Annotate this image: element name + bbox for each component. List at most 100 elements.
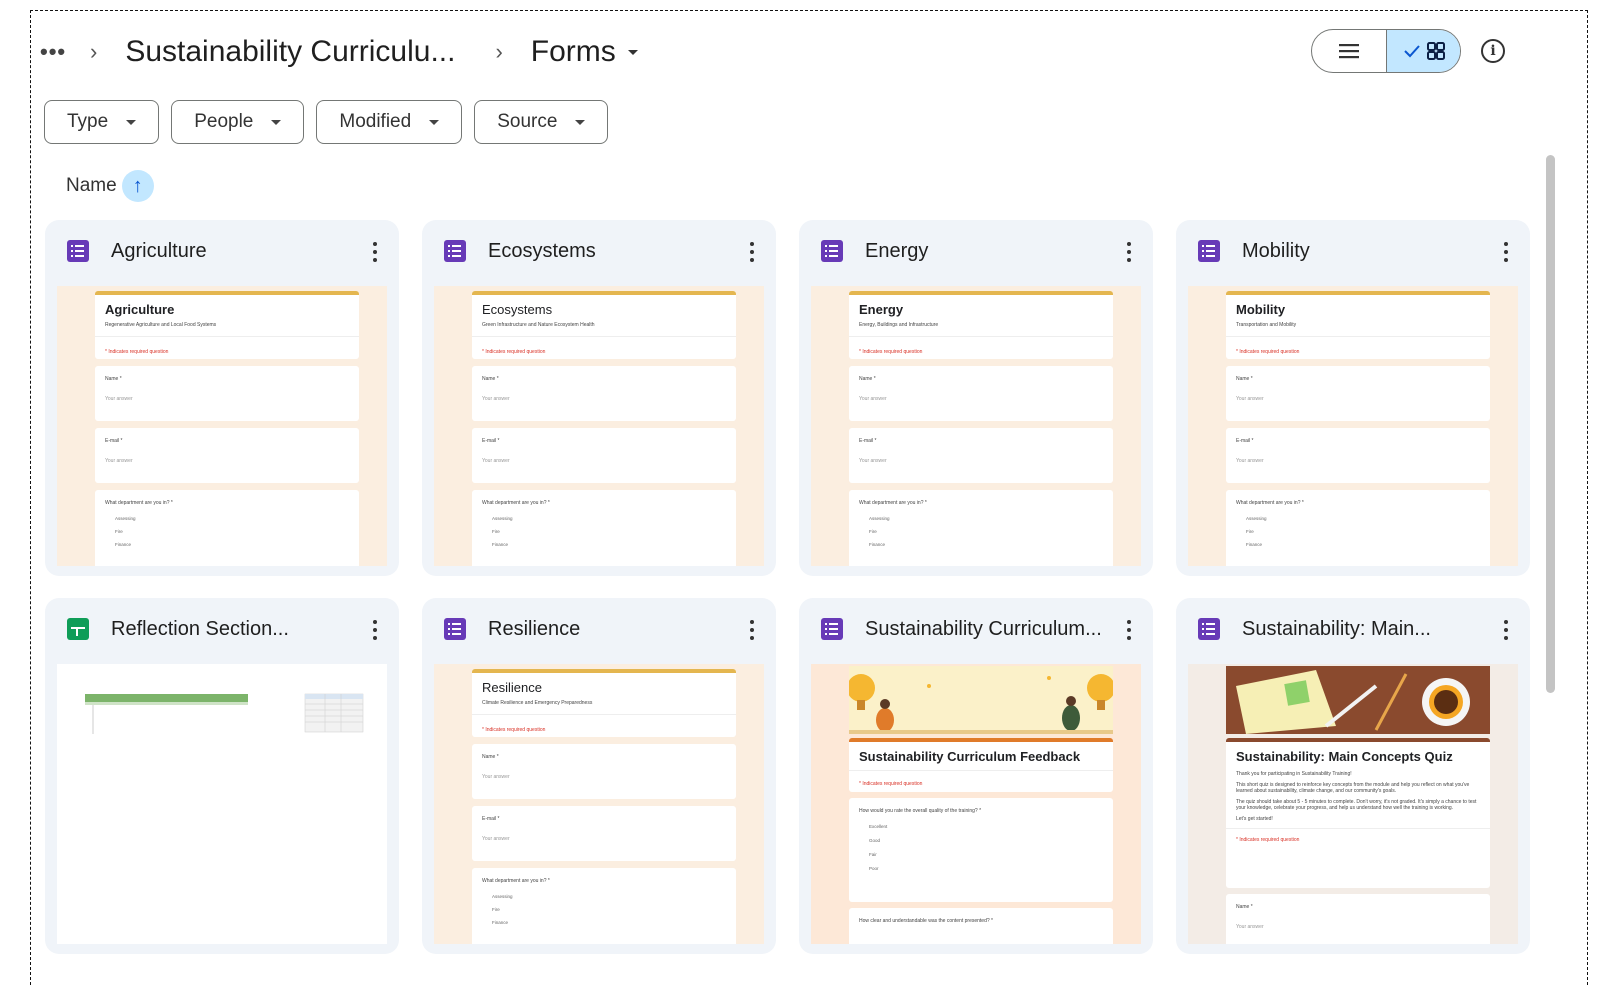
more-options-icon[interactable] (750, 242, 754, 262)
preview-question: What department are you in? * (482, 878, 550, 884)
sort-label[interactable]: Name (66, 175, 117, 197)
google-forms-icon (821, 240, 843, 262)
preview-required-note: * Indicates required question (472, 336, 736, 355)
preview-answer: Your answer (1236, 924, 1264, 930)
preview-option: Fire (492, 529, 500, 534)
more-options-icon[interactable] (1127, 242, 1131, 262)
preview-question: Name * (1236, 376, 1253, 382)
more-options-icon[interactable] (1504, 620, 1508, 640)
google-forms-icon (1198, 618, 1220, 640)
more-options-icon[interactable] (1127, 620, 1131, 640)
form-preview-thumbnail: Sustainability: Main Concepts Quiz Thank… (1188, 664, 1518, 944)
preview-option: Fire (492, 907, 500, 912)
file-card-agriculture[interactable]: Agriculture Agriculture Regenerative Agr… (45, 220, 399, 576)
list-view-button[interactable] (1312, 30, 1386, 72)
file-card-mobility[interactable]: Mobility Mobility Transportation and Mob… (1176, 220, 1530, 576)
grid-view-button[interactable] (1386, 30, 1460, 72)
form-header-card: Ecosystems Green Infrastructure and Natu… (472, 291, 736, 359)
form-question-card: What department are you in? * Assessing … (849, 490, 1113, 566)
coffee-notebook-banner-illustration (1226, 666, 1490, 734)
form-question-card: What department are you in? * Assessing … (472, 490, 736, 566)
file-card-ecosystems[interactable]: Ecosystems Ecosystems Green Infrastructu… (422, 220, 776, 576)
more-breadcrumbs-button[interactable]: ••• (40, 41, 68, 63)
preview-option: Finance (115, 542, 132, 547)
form-preview-thumbnail: Ecosystems Green Infrastructure and Natu… (434, 286, 764, 566)
more-options-icon[interactable] (750, 620, 754, 640)
more-options-icon[interactable] (373, 242, 377, 262)
type-filter-chip[interactable]: Type (44, 100, 160, 144)
preview-option: Fire (1246, 529, 1254, 534)
preview-required-note: * Indicates required question (849, 336, 1113, 355)
file-name: Ecosystems (488, 239, 596, 262)
preview-option: Finance (869, 542, 886, 547)
file-card-resilience[interactable]: Resilience Resilience Climate Resilience… (422, 598, 776, 954)
more-options-icon[interactable] (1504, 242, 1508, 262)
chip-label: Type (67, 111, 109, 132)
preview-question: How clear and understandable was the con… (859, 918, 993, 924)
file-card-sustainability-main-concepts-quiz[interactable]: Sustainability: Main... Sustainability: … (1176, 598, 1530, 954)
form-preview-thumbnail: Mobility Transportation and Mobility * I… (1188, 286, 1518, 566)
file-card-energy[interactable]: Energy Energy Energy, Buildings and Infr… (799, 220, 1153, 576)
form-preview-thumbnail: Energy Energy, Buildings and Infrastruct… (811, 286, 1141, 566)
chip-label: People (194, 111, 254, 132)
preview-title: Energy (859, 302, 904, 317)
chevron-right-icon: › (90, 39, 98, 64)
breadcrumb-parent[interactable]: Sustainability Curriculu... (125, 35, 455, 69)
form-question-card: Name * Your answer (472, 744, 736, 799)
file-card-reflection-section[interactable]: Reflection Section... (45, 598, 399, 954)
preview-paragraph: Thank you for participating in Sustainab… (1236, 771, 1352, 777)
preview-required-note: * Indicates required question (1226, 336, 1490, 355)
form-question-card: E-mail * Your answer (849, 428, 1113, 483)
preview-question: What department are you in? * (105, 500, 173, 506)
preview-option: Fair (869, 852, 877, 857)
preview-required-note: * Indicates required question (1226, 828, 1490, 843)
form-preview-thumbnail: Resilience Climate Resilience and Emerge… (434, 664, 764, 944)
caret-down-icon (627, 49, 638, 55)
breadcrumb: ••• › Sustainability Curriculu... › Form… (40, 30, 638, 74)
preview-option: Finance (492, 920, 509, 925)
preview-option: Assessing (115, 516, 136, 521)
google-forms-icon (444, 240, 466, 262)
preview-answer: Your answer (1236, 396, 1264, 402)
vertical-scrollbar[interactable] (1546, 155, 1555, 693)
form-header-card: Agriculture Regenerative Agriculture and… (95, 291, 359, 359)
form-header-card: Mobility Transportation and Mobility * I… (1226, 291, 1490, 359)
sort-direction-arrow-icon[interactable]: ↑ (121, 170, 154, 202)
card-header: Ecosystems (422, 220, 776, 282)
form-question-card: What department are you in? * Assessing … (472, 868, 736, 944)
form-header-card: Sustainability: Main Concepts Quiz Thank… (1226, 738, 1490, 888)
google-sheets-icon (67, 618, 89, 640)
form-question-card: How would you rate the overall quality o… (849, 798, 1113, 902)
preview-option: Poor (869, 866, 879, 871)
preview-required-note: * Indicates required question (95, 336, 359, 355)
file-name: Mobility (1242, 239, 1310, 262)
view-toggle (1311, 29, 1461, 73)
form-question-card: Name * Your answer (472, 366, 736, 421)
form-question-card: E-mail * Your answer (472, 806, 736, 861)
caret-down-icon (575, 119, 586, 125)
more-options-icon[interactable] (373, 620, 377, 640)
preview-question: Name * (482, 376, 499, 382)
form-preview-thumbnail: Agriculture Regenerative Agriculture and… (57, 286, 387, 566)
file-name: Sustainability: Main... (1242, 617, 1431, 640)
file-name: Energy (865, 239, 929, 262)
preview-subtitle: Energy, Buildings and Infrastructure (859, 322, 939, 328)
file-card-sustainability-curriculum-feedback[interactable]: Sustainability Curriculum... Sustainabil… (799, 598, 1153, 954)
info-icon[interactable]: i (1481, 39, 1505, 63)
preview-question: E-mail * (859, 438, 877, 444)
form-question-card: What department are you in? * Assessing … (95, 490, 359, 566)
grid-icon (1426, 42, 1445, 60)
people-filter-chip[interactable]: People (171, 100, 305, 144)
source-filter-chip[interactable]: Source (474, 100, 609, 144)
card-header: Reflection Section... (45, 598, 399, 660)
preview-option: Assessing (492, 894, 513, 899)
file-name: Resilience (488, 617, 581, 640)
breadcrumb-current-folder[interactable]: Forms (531, 35, 638, 69)
form-question-card: How clear and understandable was the con… (849, 908, 1113, 944)
form-header-card: Resilience Climate Resilience and Emerge… (472, 669, 736, 737)
preview-question: E-mail * (105, 438, 123, 444)
modified-filter-chip[interactable]: Modified (316, 100, 463, 144)
chip-label: Source (497, 111, 558, 132)
card-header: Sustainability: Main... (1176, 598, 1530, 660)
google-forms-icon (821, 618, 843, 640)
